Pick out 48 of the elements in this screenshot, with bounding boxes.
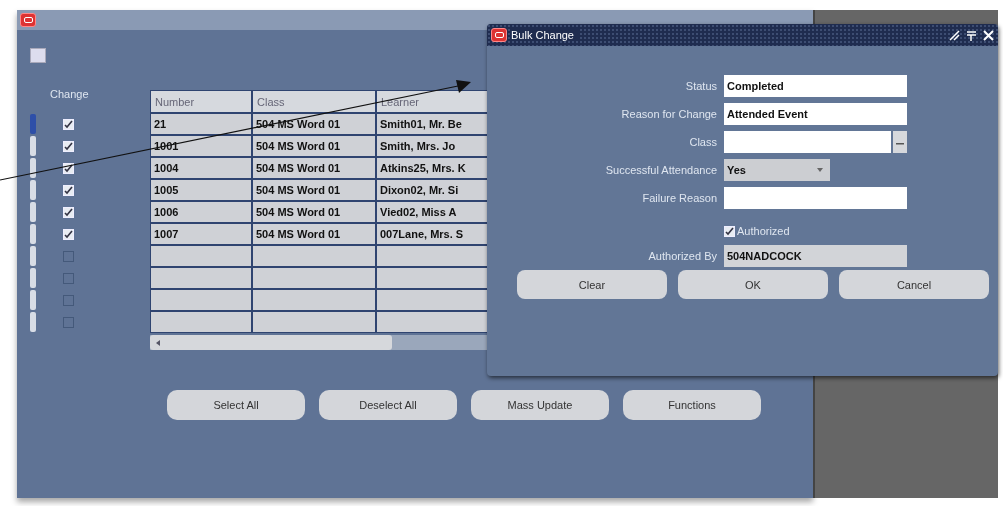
scroll-left-icon[interactable] [154, 338, 162, 347]
input-field[interactable]: Attended Event [724, 103, 907, 125]
app-icon [491, 28, 507, 42]
checkbox-label: Authorized [737, 225, 790, 237]
field-label: Successful Attendance [605, 164, 717, 176]
input-field[interactable] [724, 187, 907, 209]
table-cell: 504 MS Word 01 [253, 136, 375, 156]
row-indicator[interactable] [30, 158, 36, 178]
table-cell: 504 MS Word 01 [253, 202, 375, 222]
checkbox[interactable] [63, 272, 74, 284]
action-button[interactable]: Deselect All [319, 390, 457, 420]
input-field[interactable]: Completed [724, 75, 907, 97]
table-cell: 1007 [151, 224, 251, 244]
table-cell: 504 MS Word 01 [253, 224, 375, 244]
action-button[interactable]: Select All [167, 390, 305, 420]
dropdown-icon [816, 167, 824, 173]
field-label: Status [685, 80, 717, 92]
field-label: Class [689, 136, 717, 148]
table-cell: 1005 [151, 180, 251, 200]
checkbox[interactable] [63, 316, 74, 328]
field-label: Failure Reason [642, 192, 717, 204]
dialog-button[interactable]: Cancel [839, 270, 989, 299]
action-button[interactable]: Functions [623, 390, 761, 420]
table-cell: 21 [151, 114, 251, 134]
input-field[interactable]: 504NADCOCK [724, 245, 907, 267]
table-cell: 1004 [151, 158, 251, 178]
table-cell: 504 MS Word 01 [253, 158, 375, 178]
checkbox[interactable] [63, 294, 74, 306]
app-icon [20, 13, 36, 27]
dialog-title: Bulk Change [511, 29, 578, 41]
dialog-button[interactable]: OK [678, 270, 828, 299]
table-cell: 504 MS Word 01 [253, 180, 375, 200]
field-label: Authorized By [648, 250, 717, 262]
dialog-button[interactable]: Clear [517, 270, 667, 299]
list-button[interactable] [893, 131, 907, 153]
column-header: Class [253, 91, 375, 112]
toolbar-icon[interactable] [30, 48, 46, 63]
column-header: Number [151, 91, 251, 112]
select-field[interactable]: Yes [724, 159, 830, 181]
close-icon[interactable] [983, 29, 994, 41]
field-label: Reason for Change [621, 108, 717, 120]
table-cell: 1006 [151, 202, 251, 222]
pin-icon[interactable] [966, 29, 977, 41]
input-field[interactable] [724, 131, 891, 153]
checkbox[interactable] [63, 250, 74, 262]
action-button[interactable]: Mass Update [471, 390, 609, 420]
resize-icon[interactable] [949, 29, 960, 41]
column-label: Change [50, 87, 90, 101]
